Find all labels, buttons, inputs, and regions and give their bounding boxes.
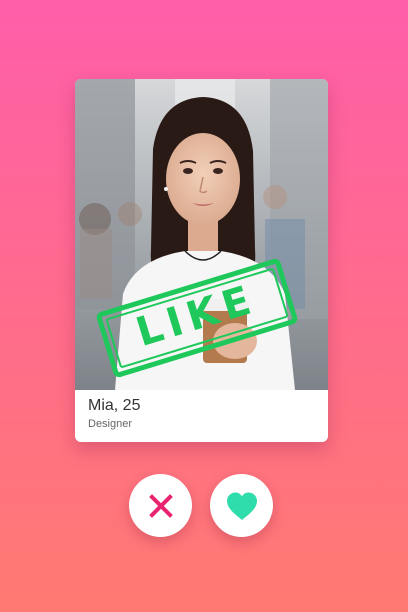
- profile-card[interactable]: Mia, 25 Designer: [75, 79, 328, 442]
- like-button[interactable]: [210, 474, 273, 537]
- x-icon: [148, 493, 173, 518]
- profile-occupation: Designer: [88, 418, 133, 430]
- profile-info: Mia, 25 Designer: [88, 397, 140, 430]
- dislike-button[interactable]: [129, 474, 192, 537]
- heart-icon: [226, 492, 257, 520]
- profile-name-age: Mia, 25: [88, 397, 141, 414]
